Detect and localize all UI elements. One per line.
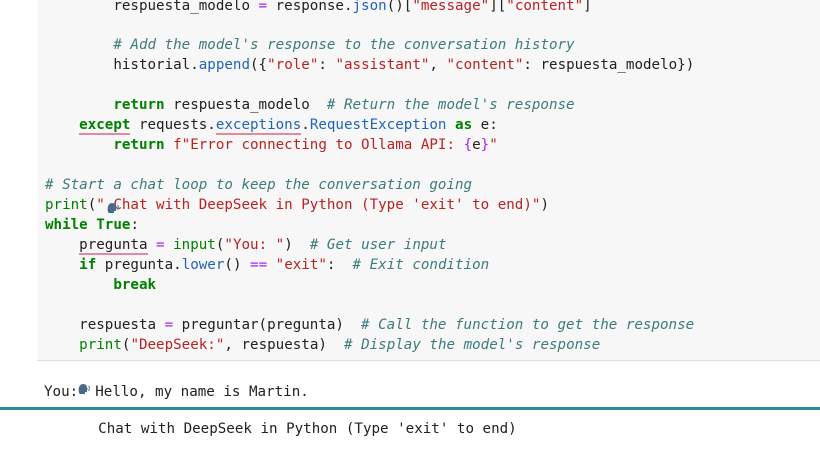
code-cell[interactable]: respuesta_modelo = response.json()["mess…: [37, 0, 820, 361]
code-line-respuesta: respuesta = preguntar(pregunta) # Call t…: [79, 317, 695, 333]
code-line-print-banner: print(" Chat with DeepSeek in Python (Ty…: [45, 197, 549, 213]
code-line-while: while True:: [45, 217, 139, 233]
code-line-input: pregunta = input("You: ") # Get user inp…: [79, 237, 447, 255]
speaking-head-icon: [78, 383, 92, 395]
code-line-break: break: [113, 277, 157, 293]
code-line-append: historial.append({"role": "assistant", "…: [113, 57, 695, 73]
code-line-return: return respuesta_modelo # Return the mod…: [113, 97, 575, 113]
code-line-return-error: return f"Error connecting to Ollama API:…: [113, 137, 498, 153]
speaking-head-icon: [107, 199, 120, 213]
code-line-except: except requests.exceptions.RequestExcept…: [79, 117, 498, 135]
code-line-1: respuesta_modelo = response.json()["mess…: [113, 0, 592, 14]
output-line-banner: Chat with DeepSeek in Python (Type 'exit…: [44, 364, 804, 437]
code-line-comment-history: # Add the model's response to the conver…: [113, 37, 575, 53]
cell-output: Chat with DeepSeek in Python (Type 'exit…: [44, 364, 804, 437]
code-line-if: if pregunta.lower() == "exit": # Exit co…: [79, 257, 490, 273]
code-line-print-response: print("DeepSeek:", respuesta) # Display …: [79, 337, 601, 353]
code-line-comment-loop: # Start a chat loop to keep the conversa…: [45, 177, 473, 193]
